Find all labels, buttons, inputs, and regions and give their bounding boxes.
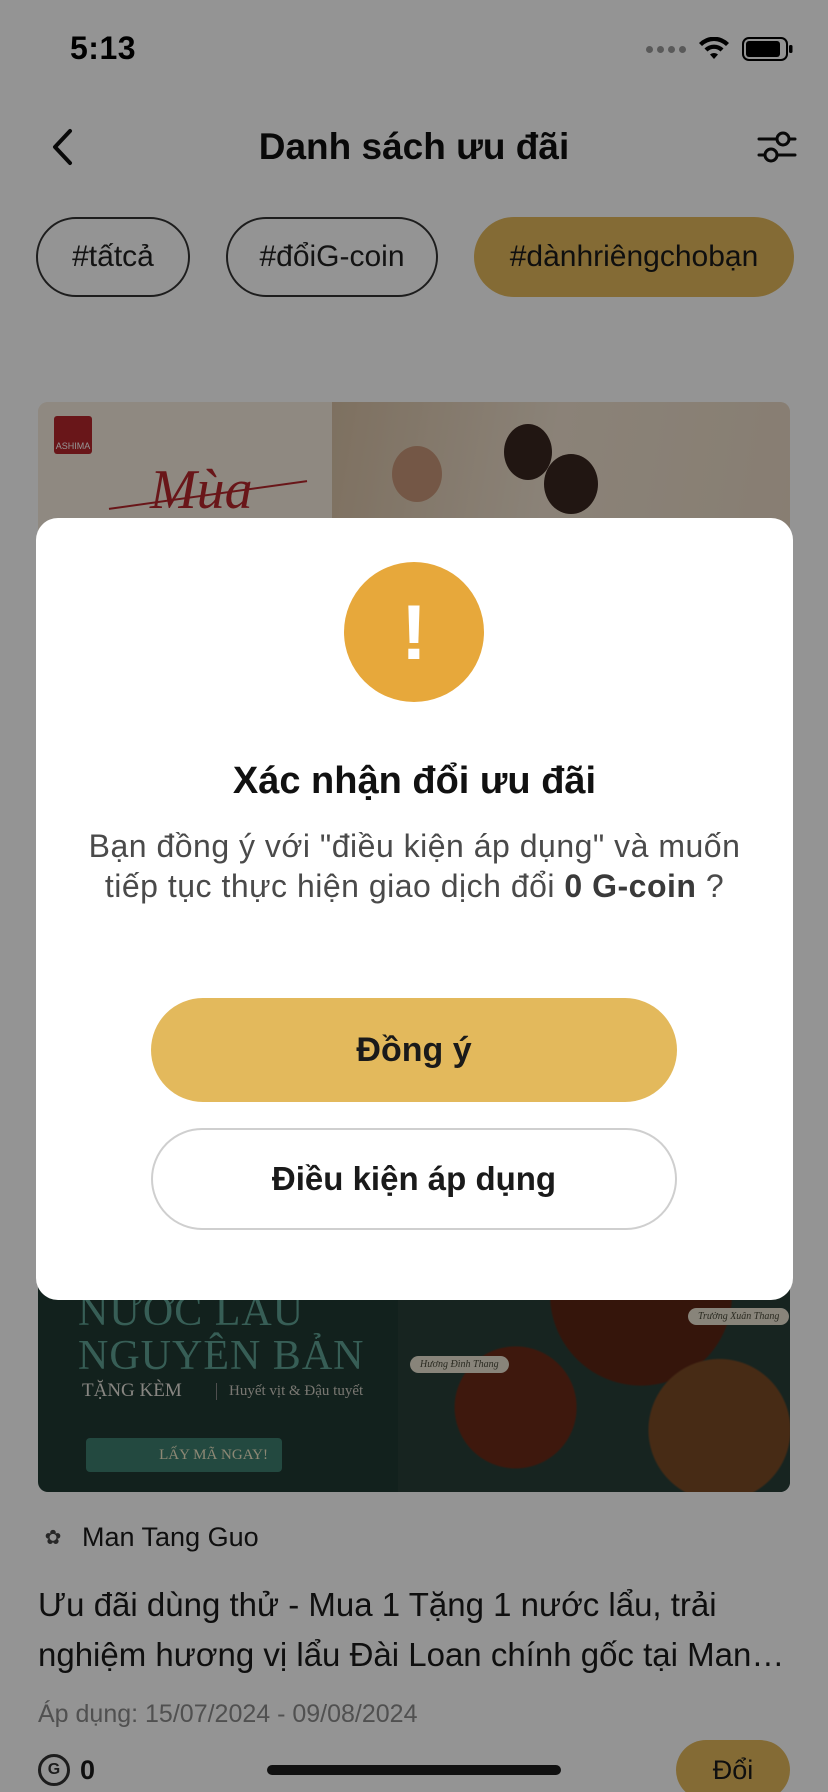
dialog-title: Xác nhận đổi ưu đãi [232, 760, 597, 802]
dialog-message: Bạn đồng ý với "điều kiện áp dụng" và mu… [88, 828, 741, 904]
terms-button[interactable]: Điều kiện áp dụng [151, 1128, 677, 1230]
confirm-dialog: ! Xác nhận đổi ưu đãi Bạn đồng ý với "đi… [36, 518, 793, 1300]
exclamation-icon: ! [344, 562, 484, 702]
home-indicator[interactable] [267, 1765, 561, 1775]
confirm-button[interactable]: Đồng ý [151, 998, 677, 1102]
dialog-amount: 0 G-coin [564, 868, 697, 904]
